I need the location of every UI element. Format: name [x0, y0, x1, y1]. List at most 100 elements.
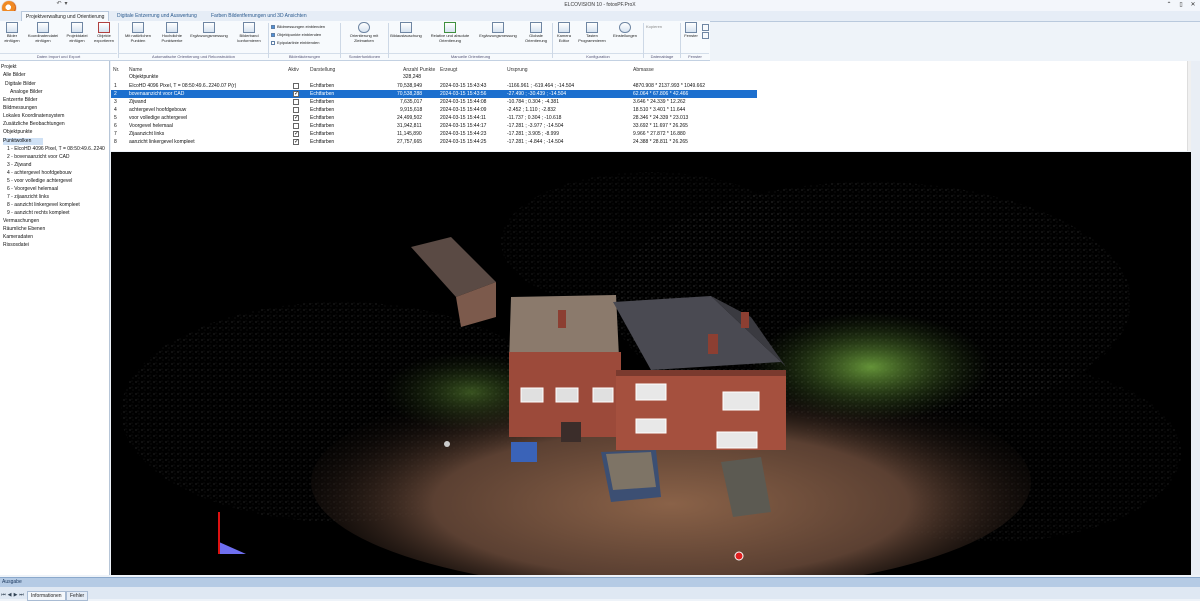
button-label: Relative und absolute Orientierung: [430, 33, 470, 43]
cell-created: 2024-03-15 15:44:23: [440, 131, 487, 137]
viewport-scrollbar[interactable]: [1191, 61, 1200, 575]
fenster-button[interactable]: Fenster: [682, 22, 700, 52]
ergaenzungsmessung-manual-button[interactable]: Ergänzungsmessung: [476, 22, 520, 52]
cell-nr: 6: [114, 123, 117, 129]
cell-display: Echtfarben: [310, 107, 335, 113]
active-checkbox[interactable]: ✓: [293, 139, 299, 145]
cell-nr: 7: [114, 131, 117, 137]
table-row[interactable]: 5 voor volledige achtergevel ✓ Echtfarbe…: [111, 114, 757, 122]
tree-item-analoge-bilder[interactable]: Analoge Bilder: [10, 89, 43, 96]
tree-item-digitale-bilder[interactable]: Digitale Bilder: [5, 81, 36, 88]
tree-item-entzerrte-bilder[interactable]: Entzerrte Bilder: [3, 97, 37, 104]
active-checkbox[interactable]: [293, 83, 299, 89]
kopieren-button[interactable]: Kopieren: [646, 24, 662, 29]
tree-item-pointcloud-9[interactable]: 9 - aanzicht rechts kompleet: [7, 210, 70, 217]
active-checkbox[interactable]: [293, 107, 299, 113]
tab-farben-3d[interactable]: Farben Bildentfernungen und 3D Ansichten: [207, 11, 311, 21]
cell-nr: 8: [114, 139, 117, 145]
cell-origin: -17.281 ; -4.844 ; -14.504: [507, 139, 564, 145]
bilderband-button[interactable]: Bilderband konformieren: [231, 22, 267, 52]
ergaenzungsmessung-auto-button[interactable]: Ergänzungsmessung: [188, 22, 230, 52]
window-small-icon[interactable]: [702, 24, 709, 31]
table-row[interactable]: 4 achtergevel hoofdgebouw Echtfarben 9,9…: [111, 106, 757, 114]
status-tab-informationen[interactable]: Informationen: [27, 591, 66, 601]
koordinatendatei-button[interactable]: Koordinatendatei einfügen: [24, 22, 62, 52]
tree-item-kameradaten[interactable]: Kameradaten: [3, 234, 33, 241]
tree-item-pointcloud-6[interactable]: 6 - Voorgevel helemaal: [7, 186, 58, 193]
window-small-icon[interactable]: [702, 32, 709, 39]
zielmarken-button[interactable]: Orientierung mit Zielmarken: [342, 22, 386, 52]
active-checkbox[interactable]: [293, 123, 299, 129]
checkbox-objektpunkte[interactable]: Objektpunkte einblenden: [271, 32, 321, 38]
checkbox-epipolarlinie[interactable]: Epipolarlinie einblenden: [271, 40, 319, 46]
tree-item-pointcloud-4[interactable]: 4 - achtergevel hoofdgebouw: [7, 170, 72, 177]
cell-dims: 4870.908 * 2137.993 * 1049.662: [633, 83, 706, 89]
natuerliche-punkte-button[interactable]: Mit natürlichen Punkten: [119, 22, 157, 52]
minimize-ribbon-icon[interactable]: ⌃: [1164, 1, 1174, 9]
tree-item-pointcloud-1[interactable]: 1 - ElcoHD 4096 Pixel, T = 08:50:49.6..2…: [7, 146, 105, 153]
cell-display: Echtfarben: [310, 123, 335, 129]
tree-item-pointcloud-8[interactable]: 8 - aanzicht linkergevel kompleet: [7, 202, 80, 209]
projektdatei-button[interactable]: Projektdatei einfügen: [63, 22, 91, 52]
pointcloud-3d-viewport[interactable]: [111, 152, 1191, 575]
active-checkbox[interactable]: ✓: [293, 115, 299, 121]
objekte-exportieren-button[interactable]: Objekte exportieren: [92, 22, 116, 52]
tab-digitale-entzerrung[interactable]: Digitale Entzerrung und Auswertung: [113, 11, 201, 21]
hochdichte-punktwerke-button[interactable]: Hochdichte Punktwerke: [157, 22, 187, 52]
tree-item-projekt[interactable]: Projekt: [1, 64, 17, 71]
status-bar: [0, 587, 1200, 599]
active-checkbox[interactable]: ✓: [293, 131, 299, 137]
globale-orientierung-button[interactable]: Globale Orientierung: [521, 22, 551, 52]
cell-name: Zijwand: [129, 99, 147, 105]
cell-origin: -17.281 ; -3.977 ; -14.504: [507, 123, 564, 129]
einstellungen-button[interactable]: Einstellungen: [608, 22, 642, 52]
table-row[interactable]: 1 ElcoHD 4096 Pixel, T = 08:50:49.6..224…: [111, 82, 757, 90]
natural-points-icon: [132, 22, 144, 33]
kamera-editor-button[interactable]: Kamera Editor: [552, 22, 576, 52]
tree-item-rissosdatei[interactable]: Rissosdatei: [3, 242, 29, 249]
cell-nr: 4: [114, 107, 117, 113]
cell-nr: 3: [114, 99, 117, 105]
tree-item-pointcloud-3[interactable]: 3 - Zijwand: [7, 162, 31, 169]
output-panel-header[interactable]: Ausgabe: [0, 577, 1200, 587]
last-page-icon[interactable]: ⏭: [19, 592, 24, 598]
maximize-icon[interactable]: ▯: [1176, 1, 1186, 9]
active-checkbox[interactable]: ✓: [293, 91, 299, 97]
table-row[interactable]: 8 aanzicht linkergevel kompleet ✓ Echtfa…: [111, 138, 757, 146]
active-checkbox[interactable]: [293, 99, 299, 105]
relative-absolute-orientierung-button[interactable]: Relative und absolute Orientierung: [425, 22, 475, 52]
tree-item-bildmessungen[interactable]: Bildmessungen: [3, 105, 37, 112]
export-icon: [98, 22, 110, 33]
tree-item-objektpunkte[interactable]: Objektpunkte: [3, 129, 32, 136]
project-tree[interactable]: Projekt Alle Bilder Digitale Bilder Anal…: [0, 61, 110, 575]
tree-item-pointcloud-5[interactable]: 5 - voor volledige achtergevel: [7, 178, 72, 185]
tree-item-vermaschungen[interactable]: Vermaschungen: [3, 218, 39, 225]
table-row[interactable]: 7 Zijaanzicht links ✓ Echtfarben 11,145,…: [111, 130, 757, 138]
tree-item-zusaetzliche-beobachtungen[interactable]: Zusätzliche Beobachtungen: [3, 121, 65, 128]
tree-item-raeumliche-ebenen[interactable]: Räumliche Ebenen: [3, 226, 45, 233]
next-page-icon[interactable]: ▶: [13, 592, 18, 598]
tree-item-pointcloud-7[interactable]: 7 - zijaanzicht links: [7, 194, 49, 201]
tree-item-punktwolken[interactable]: Punktwolken: [3, 138, 43, 145]
close-icon[interactable]: ✕: [1188, 1, 1198, 9]
status-tab-fehler[interactable]: Fehler: [66, 591, 89, 601]
tree-item-alle-bilder[interactable]: Alle Bilder: [3, 72, 26, 79]
table-row-selected[interactable]: 2 bovenaanzicht voor CAD ✓ Echtfarben 70…: [111, 90, 757, 98]
cell-created: 2024-03-15 15:44:09: [440, 107, 487, 113]
button-label: Mit natürlichen Punkten: [124, 33, 151, 43]
checkbox-bildmessungen[interactable]: Bildmessungen einblenden: [271, 24, 325, 30]
window-title: ELCOVISION 10 - fotoxPF.ProX: [564, 2, 636, 8]
table-row[interactable]: Objektpunkte 328,248: [111, 73, 757, 81]
tree-item-pointcloud-2[interactable]: 2 - bovenaanzicht voor CAD: [7, 154, 70, 161]
button-label: Hochdichte Punktwerke: [161, 33, 183, 43]
cell-name: aanzicht linkergevel kompleet: [129, 139, 195, 145]
table-row[interactable]: 3 Zijwand Echtfarben 7,635,017 2024-03-1…: [111, 98, 757, 106]
tasten-programmieren-button[interactable]: Tasten Programmieren: [577, 22, 607, 52]
prev-page-icon[interactable]: ◀: [7, 592, 12, 598]
bildaustauschung-button[interactable]: Bildaustauschung: [388, 22, 424, 52]
checkbox-icon: [271, 24, 275, 29]
first-page-icon[interactable]: ⏮: [1, 592, 6, 598]
tree-item-lokales-koordinatensystem[interactable]: Lokales Koordinatensystem: [3, 113, 64, 120]
table-row[interactable]: 6 Voorgevel helemaal Echtfarben 31,942,8…: [111, 122, 757, 130]
bilder-einfuegen-button[interactable]: Bilder einfügen: [1, 22, 23, 52]
